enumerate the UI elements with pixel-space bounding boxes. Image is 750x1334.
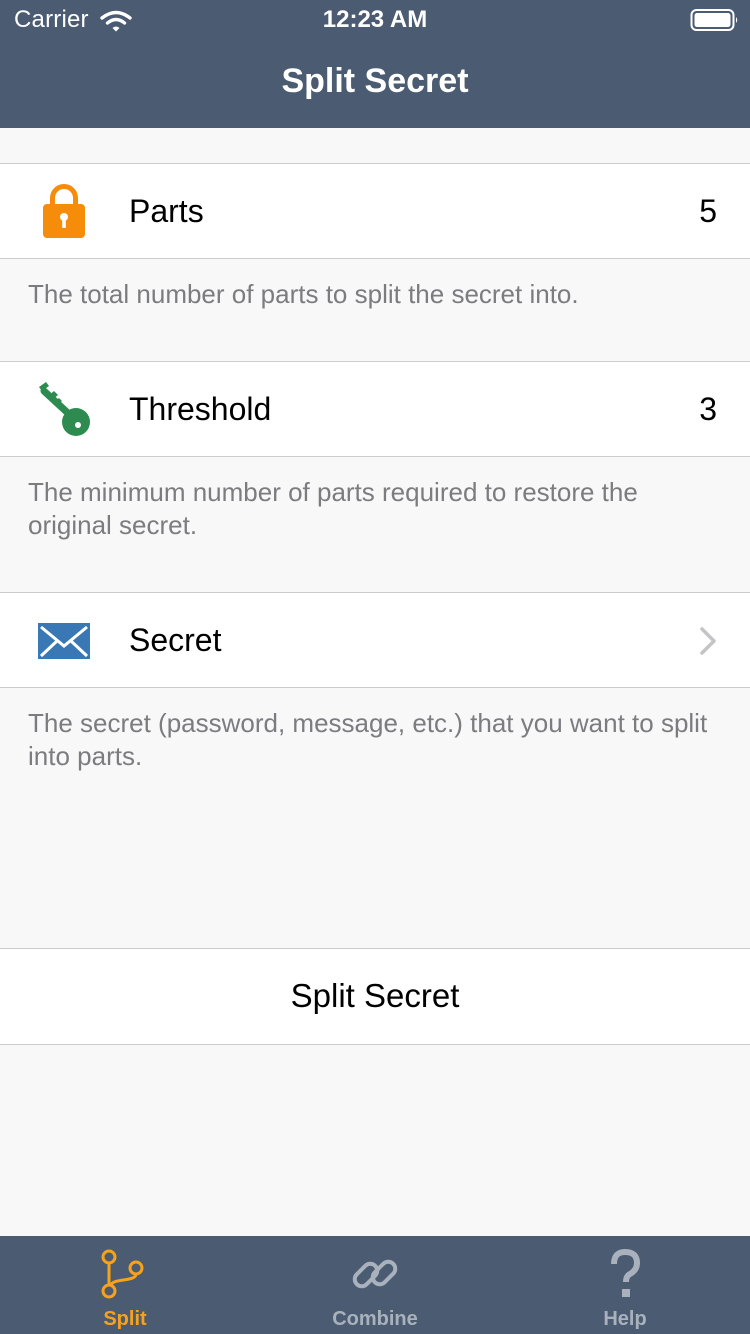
parts-cell[interactable]: Parts 5 (0, 163, 750, 259)
parts-description: The total number of parts to split the s… (28, 279, 579, 309)
tab-help[interactable]: Help (500, 1236, 750, 1334)
envelope-icon (38, 623, 90, 659)
split-secret-button-label: Split Secret (290, 977, 460, 1014)
tab-combine[interactable]: Combine (250, 1236, 500, 1334)
secret-description: The secret (password, message, etc.) tha… (28, 708, 708, 771)
split-secret-button[interactable]: Split Secret (0, 948, 750, 1045)
page-title: Split Secret (281, 62, 469, 100)
parts-label: Parts (129, 193, 204, 229)
navigation-bar: Carrier 12:23 AM Split Secret (0, 0, 750, 128)
status-time: 12:23 AM (322, 6, 428, 33)
threshold-description: The minimum number of parts required to … (28, 477, 638, 540)
question-icon (611, 1248, 641, 1297)
branch-icon (101, 1249, 144, 1299)
tab-bar: Split Combine Help (0, 1236, 750, 1334)
key-icon (39, 382, 90, 436)
parts-value: 5 (699, 193, 717, 229)
threshold-cell[interactable]: Threshold 3 (0, 361, 750, 457)
secret-label: Secret (129, 622, 222, 658)
tab-split-label: Split (103, 1308, 147, 1330)
tab-help-label: Help (603, 1308, 647, 1330)
lock-icon (43, 184, 85, 238)
battery-icon (690, 9, 738, 31)
link-icon (352, 1259, 398, 1289)
threshold-value: 3 (699, 391, 717, 427)
tab-split[interactable]: Split (0, 1236, 250, 1334)
threshold-label: Threshold (129, 391, 272, 427)
chevron-right-icon (700, 627, 716, 655)
secret-cell[interactable]: Secret (0, 592, 750, 688)
tab-combine-label: Combine (332, 1308, 418, 1330)
status-bar: Carrier 12:23 AM (0, 0, 750, 40)
